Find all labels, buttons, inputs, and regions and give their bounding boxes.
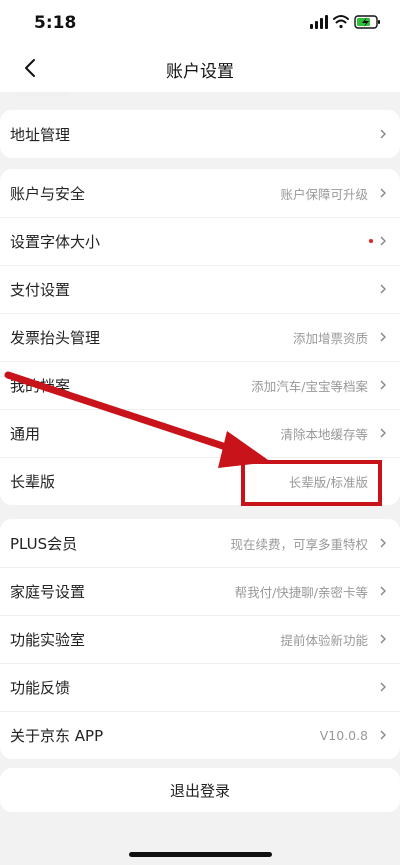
row-family-account[interactable]: 家庭号设置 帮我付/快捷聊/亲密卡等 bbox=[0, 567, 400, 615]
row-feature-lab[interactable]: 功能实验室 提前体验新功能 bbox=[0, 615, 400, 663]
nav-bar: 账户设置 bbox=[0, 44, 400, 92]
battery-charging-icon bbox=[354, 15, 380, 29]
logout-button[interactable]: 退出登录 bbox=[0, 768, 400, 812]
settings-group-services: PLUS会员 现在续费，可享多重特权 家庭号设置 帮我付/快捷聊/亲密卡等 功能… bbox=[0, 519, 400, 759]
row-label: PLUS会员 bbox=[10, 534, 78, 553]
settings-group-account: 账户与安全 账户保障可升级 设置字体大小 支付设置 发票抬头管理 添加增票资质 … bbox=[0, 169, 400, 505]
cellular-signal-icon bbox=[310, 15, 328, 29]
chevron-right-icon bbox=[380, 188, 386, 198]
row-general[interactable]: 通用 清除本地缓存等 bbox=[0, 409, 400, 457]
row-invoice-title[interactable]: 发票抬头管理 添加增票资质 bbox=[0, 313, 400, 361]
chevron-right-icon bbox=[380, 634, 386, 644]
row-label: 长辈版 bbox=[10, 472, 56, 491]
row-value: 添加增票资质 bbox=[292, 330, 368, 346]
row-about-app[interactable]: 关于京东 APP V10.0.8 bbox=[0, 711, 400, 759]
chevron-right-icon bbox=[380, 380, 386, 390]
row-account-security[interactable]: 账户与安全 账户保障可升级 bbox=[0, 169, 400, 217]
row-payment-settings[interactable]: 支付设置 bbox=[0, 265, 400, 313]
page-title: 账户设置 bbox=[166, 62, 234, 82]
row-label: 家庭号设置 bbox=[10, 582, 86, 601]
chevron-right-icon bbox=[380, 730, 386, 740]
chevron-right-icon bbox=[380, 332, 386, 342]
chevron-right-icon bbox=[380, 284, 386, 294]
row-label: 设置字体大小 bbox=[10, 232, 101, 251]
row-value: 清除本地缓存等 bbox=[280, 426, 368, 442]
settings-group-address: 地址管理 bbox=[0, 110, 400, 158]
row-label: 通用 bbox=[10, 424, 41, 443]
red-dot-badge bbox=[369, 239, 373, 243]
row-address-management[interactable]: 地址管理 bbox=[0, 110, 400, 158]
chevron-right-icon bbox=[380, 236, 386, 246]
chevron-right-icon bbox=[380, 538, 386, 548]
row-value: 帮我付/快捷聊/亲密卡等 bbox=[234, 584, 368, 600]
row-label: 我的档案 bbox=[10, 376, 71, 395]
chevron-right-icon bbox=[380, 428, 386, 438]
row-value: 现在续费，可享多重特权 bbox=[230, 536, 368, 552]
annotation-highlight-box bbox=[241, 460, 382, 506]
row-label: 关于京东 APP bbox=[10, 726, 104, 745]
row-value: V10.0.8 bbox=[319, 727, 368, 743]
row-feedback[interactable]: 功能反馈 bbox=[0, 663, 400, 711]
status-bar: 5:18 bbox=[0, 0, 400, 44]
chevron-right-icon bbox=[380, 129, 386, 139]
row-my-profile[interactable]: 我的档案 添加汽车/宝宝等档案 bbox=[0, 361, 400, 409]
status-icons bbox=[310, 15, 380, 29]
home-indicator bbox=[129, 852, 272, 857]
row-value: 添加汽车/宝宝等档案 bbox=[251, 378, 368, 394]
row-label: 发票抬头管理 bbox=[10, 328, 101, 347]
row-value: 账户保障可升级 bbox=[280, 186, 368, 202]
row-label: 支付设置 bbox=[10, 280, 71, 299]
row-font-size[interactable]: 设置字体大小 bbox=[0, 217, 400, 265]
wifi-icon bbox=[333, 15, 349, 29]
chevron-right-icon bbox=[380, 586, 386, 596]
row-label: 功能实验室 bbox=[10, 630, 86, 649]
row-plus-member[interactable]: PLUS会员 现在续费，可享多重特权 bbox=[0, 519, 400, 567]
row-value: 提前体验新功能 bbox=[280, 632, 368, 648]
row-label: 地址管理 bbox=[10, 125, 71, 144]
status-time: 5:18 bbox=[34, 13, 77, 33]
logout-label: 退出登录 bbox=[169, 781, 230, 800]
profile-avatar-edge bbox=[16, 92, 70, 96]
row-label: 功能反馈 bbox=[10, 678, 71, 697]
row-label: 账户与安全 bbox=[10, 184, 86, 203]
chevron-right-icon bbox=[380, 682, 386, 692]
